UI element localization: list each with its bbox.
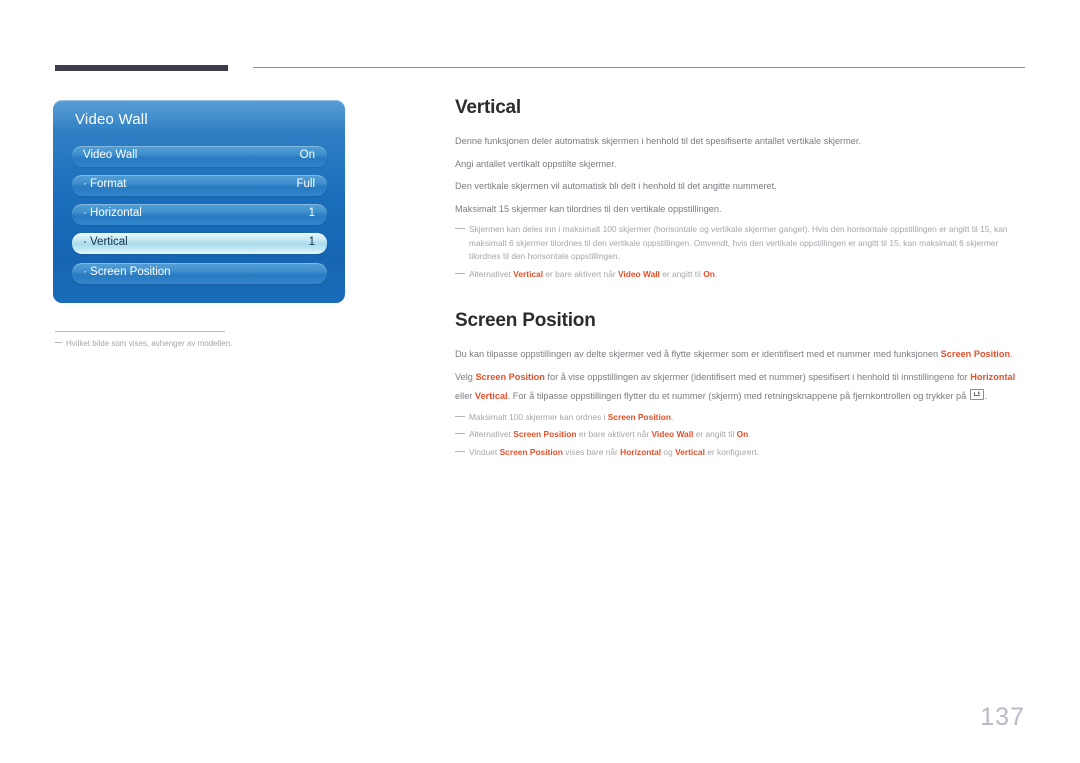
screen-position-paragraph-1: Du kan tilpasse oppstillingen av delte s… xyxy=(455,345,1027,365)
vertical-note-1: Skjermen kan deles inn i maksimalt 100 s… xyxy=(455,223,1027,264)
note-text-part: og xyxy=(661,446,676,457)
osd-row-screen-position[interactable]: · Screen Position xyxy=(72,263,327,284)
osd-row-value: Full xyxy=(296,178,315,190)
osd-row-label: Video Wall xyxy=(83,149,138,161)
osd-row-value: On xyxy=(299,149,315,161)
vertical-note-1-text: Skjermen kan deles inn i maksimalt 100 s… xyxy=(469,224,1008,261)
text-part: Du kan tilpasse oppstillingen av delte s… xyxy=(455,349,941,359)
osd-footnote-text: Hvilket bilde som vises, avhenger av mod… xyxy=(66,339,233,348)
screen-position-paragraph-2: Velg Screen Position for å vise oppstill… xyxy=(455,368,1027,407)
dash-icon xyxy=(55,342,62,343)
screen-position-note-3: Vinduet Screen Position vises bare når H… xyxy=(455,446,1027,460)
section-title-vertical: Vertical xyxy=(455,97,522,118)
keyword-video-wall: Video Wall xyxy=(618,268,660,279)
keyword-vertical: Vertical xyxy=(675,446,705,457)
footnote-divider xyxy=(55,331,225,332)
section-title-screen-position: Screen Position xyxy=(455,310,596,331)
content-column: Vertical Denne funksjonen deler automati… xyxy=(455,97,1027,461)
vertical-paragraph-1: Denne funksjonen deler automatisk skjerm… xyxy=(455,136,861,146)
vertical-note-2: Alternativet Vertical er bare aktivert n… xyxy=(455,268,1027,282)
note-dash-icon xyxy=(455,228,465,229)
note-dash-icon xyxy=(455,450,465,452)
text-part: . xyxy=(1010,349,1013,359)
osd-row-value: 1 xyxy=(308,236,315,248)
enter-key-icon xyxy=(969,389,984,400)
osd-row-format[interactable]: · Format Full xyxy=(72,175,327,196)
keyword-screen-position: Screen Position xyxy=(513,429,577,439)
note-text-part: vises bare når xyxy=(562,446,621,457)
osd-row-label: · Horizontal xyxy=(83,207,142,219)
keyword-on: On xyxy=(736,429,749,439)
vertical-paragraph-4: Maksimalt 15 skjermer kan tilordnes til … xyxy=(455,203,722,214)
note-text-part: . xyxy=(714,268,718,279)
osd-footnote: Hvilket bilde som vises, avhenger av mod… xyxy=(55,338,345,350)
header-bar-thick xyxy=(55,65,228,71)
page-number: 137 xyxy=(980,703,1025,731)
note-dash-icon xyxy=(455,415,465,417)
note-text-part: er angitt til xyxy=(659,268,704,279)
keyword-horizontal: Horizontal xyxy=(970,371,1016,382)
keyword-screen-position: Screen Position xyxy=(499,446,563,457)
text-part: for å vise oppstillingen av skjermer (id… xyxy=(544,371,971,382)
osd-row-value: 1 xyxy=(308,207,315,219)
keyword-on: On xyxy=(703,268,715,279)
note-text-part: er bare aktivert når xyxy=(543,268,618,279)
note-text-part: er konfigurert. xyxy=(704,446,759,457)
keyword-screen-position: Screen Position xyxy=(607,411,671,422)
video-wall-osd-panel: Video Wall Video Wall On · Format Full ·… xyxy=(53,100,345,303)
screen-position-note-1: Maksimalt 100 skjermer kan ordnes i Scre… xyxy=(455,411,1027,425)
header-rule-thin xyxy=(253,67,1025,68)
note-text-part: Alternativet xyxy=(469,429,514,439)
text-part: Velg xyxy=(455,371,476,382)
osd-row-label: · Format xyxy=(83,178,127,190)
osd-row-label: · Screen Position xyxy=(83,266,171,278)
text-part: . xyxy=(984,391,988,401)
note-text-part: er bare aktivert når xyxy=(576,429,652,439)
osd-row-video-wall[interactable]: Video Wall On xyxy=(72,146,327,167)
vertical-paragraph-2: Angi antallet vertikalt oppstilte skjerm… xyxy=(455,158,617,169)
keyword-vertical: Vertical xyxy=(513,268,544,279)
osd-panel-title: Video Wall xyxy=(75,111,148,128)
osd-row-label: · Vertical xyxy=(83,236,128,248)
keyword-screen-position: Screen Position xyxy=(475,371,545,382)
keyword-horizontal: Horizontal xyxy=(620,446,662,457)
text-part: . For å tilpasse oppstillingen flytter d… xyxy=(507,391,969,401)
osd-row-horizontal[interactable]: · Horizontal 1 xyxy=(72,204,327,225)
note-dash-icon xyxy=(455,433,465,434)
keyword-screen-position: Screen Position xyxy=(940,349,1011,359)
note-text-part: . xyxy=(671,411,674,422)
note-text-part: Maksimalt 100 skjermer kan ordnes i xyxy=(469,411,608,422)
screen-position-note-2: Alternativet Screen Position er bare akt… xyxy=(455,428,1027,442)
note-text-part: . xyxy=(748,429,751,439)
note-text-part: Vinduet xyxy=(469,446,500,457)
keyword-video-wall: Video Wall xyxy=(651,429,694,439)
note-text-part: Alternativet xyxy=(469,268,514,279)
note-dash-icon xyxy=(455,272,465,274)
text-part: eller xyxy=(455,391,475,401)
osd-row-vertical[interactable]: · Vertical 1 xyxy=(72,233,327,254)
note-text-part: er angitt til xyxy=(693,429,737,439)
keyword-vertical: Vertical xyxy=(474,391,508,401)
vertical-paragraph-3: Den vertikale skjermen vil automatisk bl… xyxy=(455,181,777,191)
